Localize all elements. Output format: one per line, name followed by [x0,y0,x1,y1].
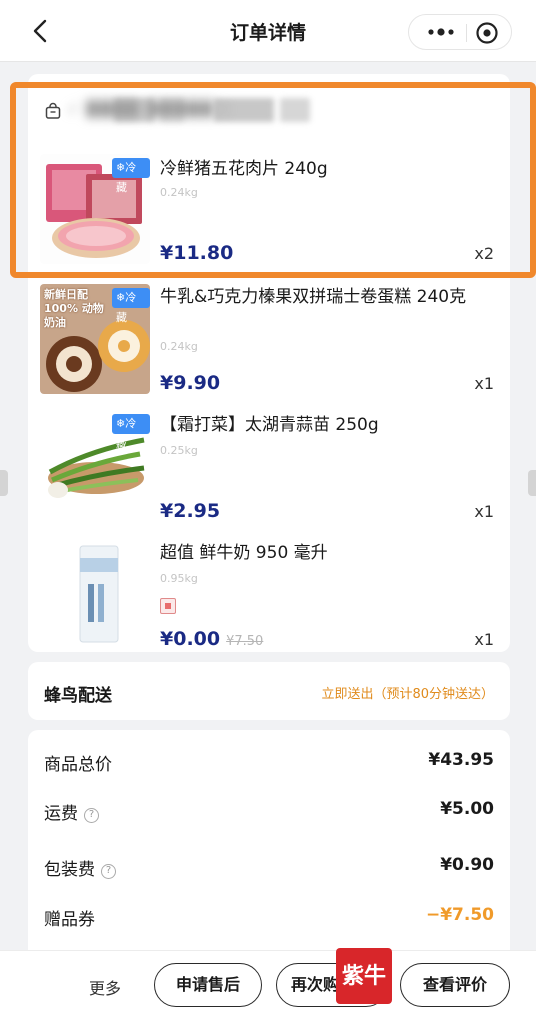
help-icon[interactable]: ? [84,808,99,823]
order-item[interactable]: ❄冷藏 新鲜日配 100% 动物奶油 牛乳&巧克力榛果双拼瑞士卷蛋糕 240克 … [28,282,510,402]
cold-storage-tag: ❄冷藏 [112,414,150,450]
item-name: 【霜打菜】太湖青蒜苗 250g [160,415,379,435]
summary-label: 包装费 [44,860,95,880]
delivery-method: 蜂鸟配送 [44,686,112,706]
close-mini-program-button[interactable] [475,21,499,45]
product-image: ❄冷藏 新鲜日配 100% 动物奶油 [40,284,150,394]
help-icon[interactable]: ? [101,864,116,879]
item-quantity: x1 [474,630,494,649]
side-edge-tab-left [0,470,8,496]
summary-value: ¥0.90 [440,855,494,875]
coupon-value: −¥7.50 [425,905,494,925]
highlight-frame [10,82,536,278]
item-weight: 0.95kg [160,572,198,585]
capsule-divider [466,24,467,42]
milk-carton-image [40,540,150,650]
target-circle-icon [476,22,498,44]
summary-row: 赠品券 −¥7.50 [44,905,494,931]
summary-row: 商品总价 ¥43.95 [44,750,494,776]
mini-program-capsule [408,14,512,50]
summary-row: 运费? ¥5.00 [44,799,494,825]
order-item[interactable]: 超值 鲜牛奶 950 毫升 0.95kg ¥0.00 ¥7.50 x1 [28,538,510,658]
delivery-eta: 立即送出（预计80分钟送达） [321,687,494,702]
item-name: 牛乳&巧克力榛果双拼瑞士卷蛋糕 240克 [160,287,467,307]
item-price: ¥0.00 [160,628,221,650]
summary-label-wrap: 包装费? [44,855,116,880]
item-price-row: ¥0.00 ¥7.50 [160,628,263,650]
more-actions-button[interactable]: 更多 [89,975,121,999]
cold-storage-tag: ❄冷藏 [112,288,150,324]
side-edge-tab-right [528,470,536,496]
view-review-button[interactable]: 查看评价 [400,963,510,1007]
summary-row: 包装费? ¥0.90 [44,855,494,881]
item-quantity: x1 [474,502,494,521]
media-watermark-logo: 紫牛 [336,948,392,1004]
summary-value: ¥43.95 [428,750,494,770]
item-weight: 0.25kg [160,444,198,457]
product-image: ❄冷藏 [40,410,150,520]
item-name: 超值 鲜牛奶 950 毫升 [160,543,328,563]
more-dots-icon [428,28,454,36]
order-item[interactable]: ❄冷藏 【霜打菜】太湖青蒜苗 250g 0.25kg ¥2.95 x1 [28,410,510,530]
item-quantity: x1 [474,374,494,393]
cake-promo-text: 新鲜日配 100% 动物奶油 [44,288,104,329]
summary-label-wrap: 运费? [44,799,99,824]
gift-badge-icon [160,598,176,614]
item-price: ¥9.90 [160,372,221,394]
summary-label: 运费 [44,804,78,824]
summary-label: 商品总价 [44,755,112,775]
item-original-price: ¥7.50 [226,634,264,649]
more-button[interactable] [423,22,459,42]
nav-header: 订单详情 [0,0,536,62]
summary-label: 赠品券 [44,910,95,930]
summary-value: ¥5.00 [440,799,494,819]
product-image [40,540,150,650]
item-price: ¥2.95 [160,500,221,522]
item-weight: 0.24kg [160,340,198,353]
after-sale-button[interactable]: 申请售后 [154,963,262,1007]
